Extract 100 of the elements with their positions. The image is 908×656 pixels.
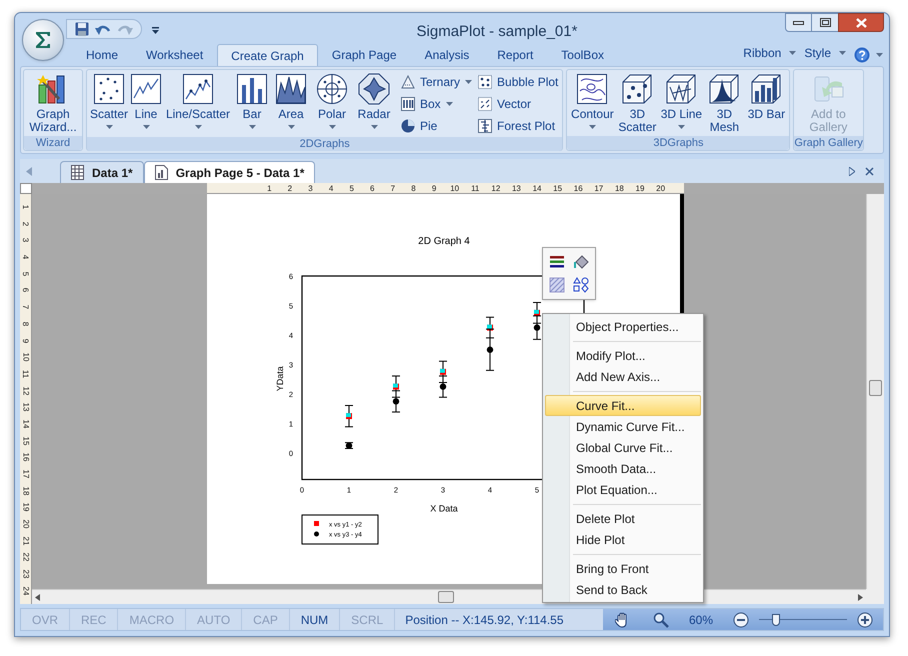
menu-item[interactable]: Delete Plot bbox=[545, 508, 701, 529]
menu-item[interactable]: Plot Equation... bbox=[545, 479, 701, 500]
menu-item[interactable]: Send to Back bbox=[545, 579, 701, 600]
ribbon-small-button[interactable]: Pie bbox=[400, 115, 474, 137]
ribbon-button[interactable]: 3D Line bbox=[660, 70, 702, 136]
ribbon-button[interactable]: Area bbox=[272, 70, 310, 137]
menu-item[interactable]: Object Properties... bbox=[545, 316, 701, 337]
circle-marker bbox=[346, 442, 352, 449]
zoom-icon[interactable] bbox=[653, 612, 669, 628]
ribbon-tab[interactable]: Create Graph bbox=[217, 44, 318, 66]
maximize-button[interactable] bbox=[812, 13, 838, 32]
status-indicator: MACRO bbox=[118, 609, 186, 630]
ribbon-tab[interactable]: Worksheet bbox=[132, 44, 218, 66]
status-indicator: REC bbox=[70, 609, 118, 630]
zoom-in-icon[interactable] bbox=[857, 612, 874, 628]
ruler-number: 5 bbox=[22, 272, 30, 276]
tab-scroll-right-icon[interactable] bbox=[849, 167, 855, 176]
ribbon-small-button[interactable]: Forest Plot bbox=[477, 115, 560, 137]
ruler-number: 1 bbox=[267, 184, 272, 192]
ribbon-tab[interactable]: ToolBox bbox=[547, 44, 618, 66]
vertical-scrollbar[interactable] bbox=[866, 194, 884, 589]
zoom-out-button[interactable] bbox=[733, 612, 750, 628]
minimize-icon bbox=[793, 20, 804, 24]
ribbon-button[interactable]: Contour bbox=[570, 70, 614, 136]
ruler-number: 6 bbox=[370, 184, 374, 192]
slider-thumb[interactable] bbox=[772, 614, 780, 626]
y-axis-label: YData bbox=[275, 366, 285, 392]
close-icon[interactable] bbox=[865, 167, 874, 176]
ruler-number: 15 bbox=[22, 436, 30, 446]
scroll-thumb[interactable] bbox=[438, 591, 454, 603]
menu-item[interactable]: Modify Plot... bbox=[545, 345, 701, 366]
status-indicator: SCRL bbox=[340, 609, 396, 630]
ruler-number: 7 bbox=[22, 304, 30, 310]
ruler-number: 21 bbox=[22, 536, 30, 546]
ruler-number: 10 bbox=[22, 352, 30, 362]
menu-item[interactable]: Curve Fit... bbox=[545, 395, 701, 416]
line-plot-icon bbox=[130, 73, 162, 105]
ribbon-tab[interactable]: Report bbox=[483, 44, 548, 66]
ruler-number: 11 bbox=[22, 370, 30, 378]
ruler-number: 2 bbox=[22, 221, 30, 226]
square-marker bbox=[393, 384, 399, 390]
ruler-corner bbox=[20, 183, 32, 194]
ribbon-button[interactable]: Polar bbox=[312, 70, 352, 137]
ruler-number: 20 bbox=[656, 184, 666, 192]
ruler-number: 2 bbox=[288, 184, 292, 192]
ruler-number: 24 bbox=[22, 586, 30, 596]
ribbon-button[interactable]: Scatter bbox=[90, 70, 128, 137]
status-indicator: CAP bbox=[242, 609, 290, 630]
menu-item[interactable]: Hide Plot bbox=[545, 529, 701, 550]
ribbon-small-button[interactable]: Vector bbox=[477, 93, 560, 115]
close-button[interactable] bbox=[838, 13, 884, 32]
ruler-number: 4 bbox=[22, 254, 30, 260]
menu-item[interactable]: Global Curve Fit... bbox=[545, 437, 701, 458]
ribbon-small-button[interactable]: Bubble Plot bbox=[477, 71, 560, 93]
ribbon-tab[interactable]: Analysis bbox=[410, 44, 484, 66]
scroll-thumb[interactable] bbox=[869, 380, 882, 396]
customize-toolbar-icon[interactable] bbox=[152, 27, 159, 34]
ribbon-button[interactable]: 3D Mesh bbox=[704, 70, 744, 136]
ruler-number: 14 bbox=[22, 419, 30, 428]
fill-bucket-icon[interactable] bbox=[573, 254, 589, 270]
ribbon-small-button[interactable]: Box bbox=[400, 93, 474, 115]
ribbon-tab[interactable]: Graph Page bbox=[318, 44, 411, 66]
square-marker bbox=[534, 310, 540, 316]
document-tab[interactable]: Graph Page 5 - Data 1* bbox=[144, 161, 316, 183]
ribbon-tab[interactable]: Home bbox=[72, 44, 132, 66]
group-title: Graph Gallery bbox=[794, 136, 863, 150]
menu-item[interactable]: Bring to Front bbox=[545, 558, 701, 579]
ribbon-button[interactable]: 3D Scatter bbox=[616, 70, 658, 136]
ruler-number: 13 bbox=[22, 402, 30, 412]
hatch-pattern-icon[interactable] bbox=[549, 277, 565, 294]
caret-icon[interactable] bbox=[876, 53, 883, 57]
help-icon[interactable] bbox=[854, 47, 870, 63]
ruler-number: 4 bbox=[328, 184, 334, 192]
ribbon-button[interactable]: Line/Scatter bbox=[164, 70, 232, 137]
menu-item[interactable]: Add New Axis... bbox=[545, 366, 701, 387]
line-colors-icon[interactable] bbox=[549, 254, 565, 270]
shapes-icon[interactable] bbox=[573, 277, 589, 294]
menu-item[interactable]: Smooth Data... bbox=[545, 458, 701, 479]
minimize-button[interactable] bbox=[785, 13, 812, 32]
status-position: Position -- X:145.92, Y:114.55 bbox=[404, 612, 565, 628]
chart-title: 2D Graph 4 bbox=[418, 236, 470, 247]
ribbon-button[interactable]: 3D Bar bbox=[746, 70, 786, 136]
ribbon-option-dropdown[interactable]: Style bbox=[800, 42, 850, 64]
polar-plot-icon bbox=[316, 73, 348, 105]
chart-page-icon bbox=[154, 165, 168, 180]
ribbon-small-button[interactable]: Ternary bbox=[400, 71, 474, 93]
ribbon-button[interactable]: Bar bbox=[234, 70, 270, 137]
ribbon-button[interactable]: Graph Wizard... bbox=[27, 70, 79, 136]
ribbon-button[interactable]: Radar bbox=[354, 70, 394, 137]
document-tab[interactable]: Data 1* bbox=[60, 161, 144, 183]
hand-tool-icon[interactable] bbox=[615, 612, 629, 628]
ruler-number: 19 bbox=[22, 502, 30, 512]
scroll-left-icon[interactable] bbox=[35, 594, 40, 600]
zoom-slider[interactable] bbox=[759, 614, 848, 626]
ribbon-button[interactable]: Line bbox=[130, 70, 162, 137]
ribbon-option-dropdown[interactable]: Ribbon bbox=[739, 42, 800, 64]
scroll-right-icon[interactable] bbox=[858, 594, 863, 600]
ruler-number: 15 bbox=[553, 184, 562, 192]
save-icon[interactable] bbox=[75, 22, 89, 36]
menu-item[interactable]: Dynamic Curve Fit... bbox=[545, 416, 701, 437]
